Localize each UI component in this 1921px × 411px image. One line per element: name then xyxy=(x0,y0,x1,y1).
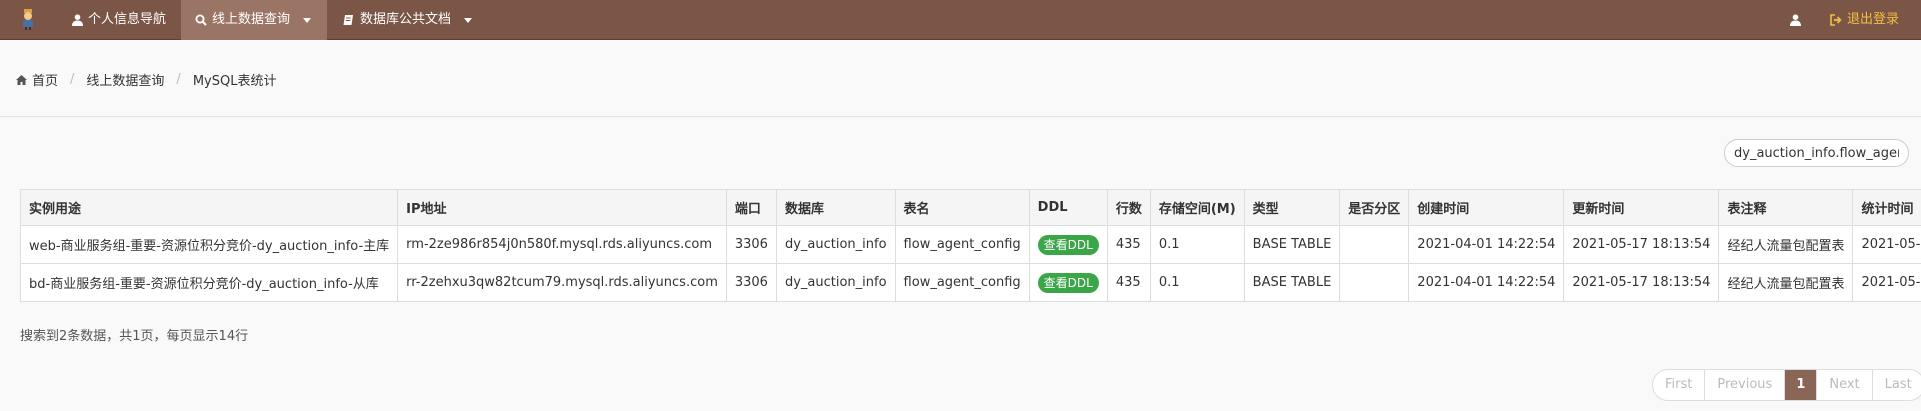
column-header[interactable]: 是否分区 xyxy=(1339,189,1410,226)
view-ddl-button[interactable]: 查看DDL xyxy=(1037,272,1099,293)
cell-type: BASE TABLE xyxy=(1243,263,1341,302)
nav-item-label: 数据库公共文档 xyxy=(360,12,452,27)
column-header[interactable]: 表注释 xyxy=(1718,189,1854,226)
nav-item-label: 个人信息导航 xyxy=(88,12,167,27)
cell-size: 0.1 xyxy=(1149,225,1245,264)
cell-partitioned xyxy=(1339,263,1410,302)
table-header-row: 实例用途 IP地址 端口 数据库 表名 DDL 行数 存储空间(M) 类型 是否… xyxy=(19,189,1921,226)
column-header[interactable]: 更新时间 xyxy=(1563,189,1720,226)
logo-icon[interactable] xyxy=(18,8,38,30)
column-header[interactable]: IP地址 xyxy=(397,189,727,226)
cell-type: BASE TABLE xyxy=(1243,225,1341,264)
column-header[interactable]: 表名 xyxy=(894,189,1030,226)
cell-database: dy_auction_info xyxy=(775,225,896,264)
cell-ip: rm-2ze986r854j0n580f.mysql.rds.aliyuncs.… xyxy=(397,225,727,264)
breadcrumb: 首页 / 线上数据查询 / MySQL表统计 xyxy=(16,70,276,89)
column-header[interactable]: 数据库 xyxy=(775,189,896,226)
cell-ddl: 查看DDL xyxy=(1028,225,1108,264)
search-icon xyxy=(195,14,207,26)
column-header[interactable]: 端口 xyxy=(725,189,777,226)
results-table: 实例用途 IP地址 端口 数据库 表名 DDL 行数 存储空间(M) 类型 是否… xyxy=(19,189,1921,302)
page-current-button[interactable]: 1 xyxy=(1784,370,1817,400)
cell-rows: 435 xyxy=(1106,225,1151,264)
cell-partitioned xyxy=(1339,225,1410,264)
breadcrumb-home[interactable]: 首页 xyxy=(32,70,58,89)
nav-item-online-query[interactable]: 线上数据查询 xyxy=(181,0,327,40)
user-icon xyxy=(72,14,83,26)
breadcrumb-item-mysql-stats: MySQL表统计 xyxy=(192,74,277,89)
table-row: web-商业服务组-重要-资源位积分竞价-dy_auction_info-主库 … xyxy=(19,225,1921,264)
cell-stat-time: 2021-05-18 01:45:07 xyxy=(1852,263,1921,302)
cell-purpose: bd-商业服务组-重要-资源位积分竞价-dy_auction_info-从库 xyxy=(19,263,399,302)
cell-port: 3306 xyxy=(725,263,777,302)
table-row: bd-商业服务组-重要-资源位积分竞价-dy_auction_info-从库 r… xyxy=(19,263,1921,302)
column-header[interactable]: DDL xyxy=(1028,189,1108,226)
chevron-down-icon xyxy=(303,17,312,23)
breadcrumb-bar: 首页 / 线上数据查询 / MySQL表统计 xyxy=(0,41,1921,117)
top-navbar: 个人信息导航 线上数据查询 数据库公共文档 退出登录 xyxy=(0,0,1921,40)
cell-ddl: 查看DDL xyxy=(1028,263,1108,302)
page-last-button[interactable]: Last xyxy=(1871,370,1921,400)
result-summary: 搜索到2条数据，共1页，每页显示14行 xyxy=(20,329,249,344)
cell-database: dy_auction_info xyxy=(775,263,896,302)
column-header[interactable]: 实例用途 xyxy=(19,189,399,226)
nav-item-db-docs[interactable]: 数据库公共文档 xyxy=(329,0,486,40)
home-icon xyxy=(16,74,27,85)
column-header[interactable]: 行数 xyxy=(1106,189,1151,226)
cell-port: 3306 xyxy=(725,225,777,264)
cell-purpose: web-商业服务组-重要-资源位积分竞价-dy_auction_info-主库 xyxy=(19,225,399,264)
cell-created: 2021-04-01 14:22:54 xyxy=(1408,263,1565,302)
cell-comment: 经纪人流量包配置表 xyxy=(1718,263,1854,302)
search-input[interactable] xyxy=(1724,139,1909,167)
cell-updated: 2021-05-17 18:13:54 xyxy=(1563,263,1720,302)
user-icon xyxy=(1790,14,1801,26)
cell-size: 0.1 xyxy=(1149,263,1245,302)
cell-ip: rr-2zehxu3qw82tcum79.mysql.rds.aliyuncs.… xyxy=(397,263,727,302)
page-first-button[interactable]: First xyxy=(1653,370,1704,400)
sign-out-icon xyxy=(1830,14,1842,26)
cell-stat-time: 2021-05-18 01:44:33 xyxy=(1852,225,1921,264)
cell-created: 2021-04-01 14:22:54 xyxy=(1408,225,1565,264)
breadcrumb-separator: / xyxy=(70,72,75,87)
breadcrumb-separator: / xyxy=(176,72,181,87)
column-header[interactable]: 存储空间(M) xyxy=(1149,189,1245,226)
user-menu[interactable] xyxy=(1776,0,1815,40)
cell-comment: 经纪人流量包配置表 xyxy=(1718,225,1854,264)
breadcrumb-item-online-query[interactable]: 线上数据查询 xyxy=(86,70,164,89)
cell-table-name: flow_agent_config xyxy=(894,225,1030,264)
logout-label: 退出登录 xyxy=(1847,12,1900,27)
page-next-button[interactable]: Next xyxy=(1816,370,1871,400)
nav-item-label: 线上数据查询 xyxy=(212,12,291,27)
pagination: First Previous 1 Next Last xyxy=(1652,369,1921,401)
cell-table-name: flow_agent_config xyxy=(894,263,1030,302)
book-icon xyxy=(343,15,353,25)
cell-rows: 435 xyxy=(1106,263,1151,302)
cell-updated: 2021-05-17 18:13:54 xyxy=(1563,225,1720,264)
logout-link[interactable]: 退出登录 xyxy=(1816,0,1913,40)
column-header[interactable]: 创建时间 xyxy=(1408,189,1565,226)
page-previous-button[interactable]: Previous xyxy=(1704,370,1784,400)
view-ddl-button[interactable]: 查看DDL xyxy=(1037,234,1099,255)
column-header[interactable]: 类型 xyxy=(1243,189,1341,226)
nav-item-personal-info[interactable]: 个人信息导航 xyxy=(58,0,180,40)
chevron-down-icon xyxy=(464,17,473,23)
column-header[interactable]: 统计时间 xyxy=(1852,189,1921,226)
